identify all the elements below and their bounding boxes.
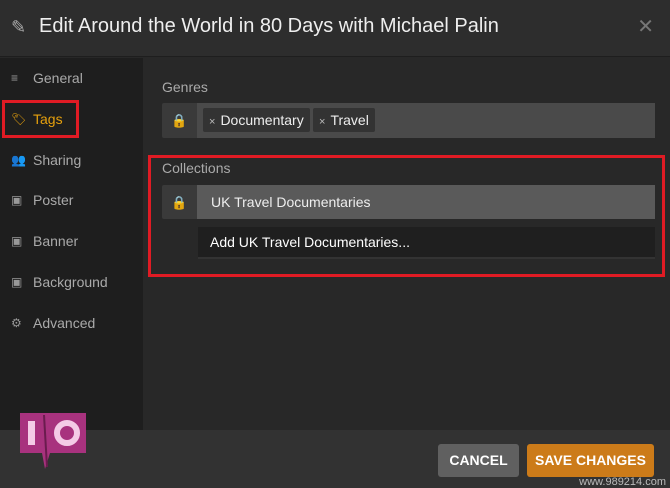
genres-input[interactable]: × Documentary × Travel xyxy=(197,103,655,138)
image-icon: ▣ xyxy=(11,275,23,289)
genre-tag: × Documentary xyxy=(203,108,310,132)
highlight-box-tags xyxy=(2,100,79,138)
cancel-button[interactable]: CANCEL xyxy=(438,444,519,477)
sidebar-item-background[interactable]: ▣ Background xyxy=(0,267,143,297)
sidebar-item-banner[interactable]: ▣ Banner xyxy=(0,226,143,256)
users-icon: 👥 xyxy=(11,153,26,167)
remove-tag-icon[interactable]: × xyxy=(319,116,325,128)
genres-field: 🔒 × Documentary × Travel xyxy=(162,103,655,138)
lock-icon[interactable]: 🔒 xyxy=(162,103,197,138)
logo xyxy=(20,413,86,469)
remove-tag-icon[interactable]: × xyxy=(209,116,215,128)
highlight-box-collections xyxy=(148,155,665,277)
dialog-title: Edit Around the World in 80 Days with Mi… xyxy=(39,15,499,37)
sidebar-item-sharing[interactable]: 👥 Sharing xyxy=(0,145,143,175)
sidebar-item-advanced[interactable]: ⚙ Advanced xyxy=(0,308,143,338)
image-icon: ▣ xyxy=(11,193,23,207)
close-icon[interactable]: ✕ xyxy=(637,14,654,39)
sidebar-item-general[interactable]: ≡ General xyxy=(0,63,143,93)
sidebar-item-poster[interactable]: ▣ Poster xyxy=(0,185,143,215)
pencil-icon: ✎ xyxy=(11,17,27,37)
save-changes-button[interactable]: SAVE CHANGES xyxy=(527,444,654,477)
dialog-footer: CANCEL SAVE CHANGES xyxy=(0,430,670,488)
genres-label: Genres xyxy=(162,79,208,95)
dialog-header: ✎ Edit Around the World in 80 Days with … xyxy=(0,0,670,57)
genre-tag: × Travel xyxy=(313,108,375,132)
watermark: www.989214.com xyxy=(579,476,666,488)
gear-icon: ⚙ xyxy=(11,316,22,330)
image-icon: ▣ xyxy=(11,234,23,248)
list-icon: ≡ xyxy=(11,71,19,85)
